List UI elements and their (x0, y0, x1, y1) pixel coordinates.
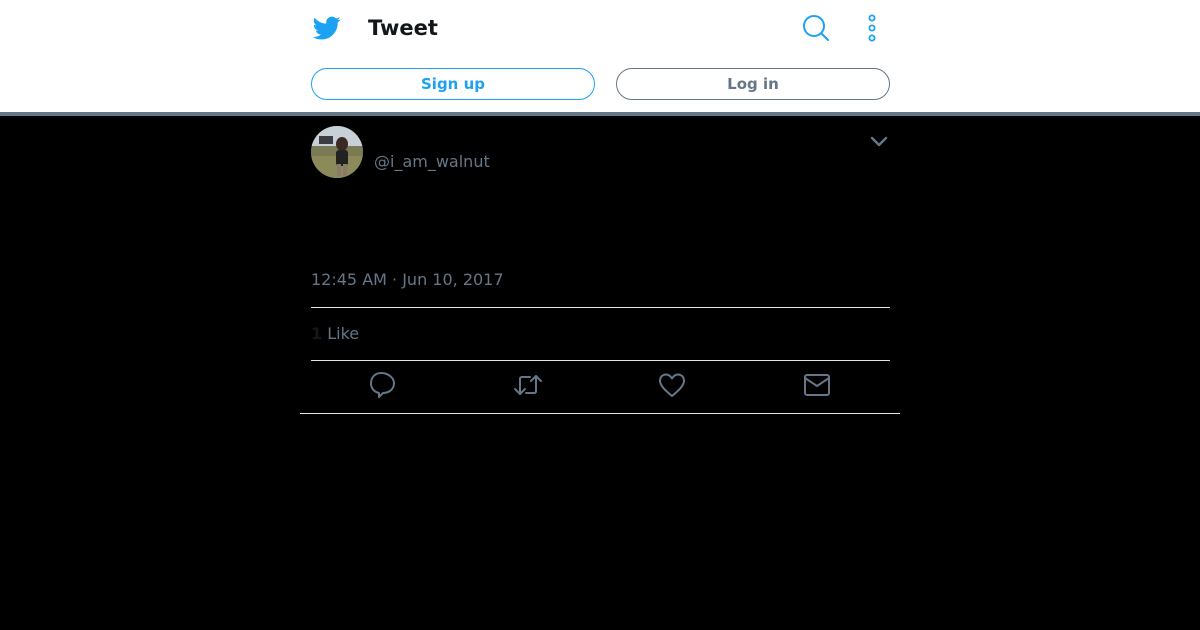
tweet: @i_am_walnut 12:45 AM · Jun 10, 2017 1 L… (300, 116, 900, 414)
like-stats[interactable]: 1 Like (311, 324, 359, 343)
tweet-timestamp[interactable]: 12:45 AM · Jun 10, 2017 (311, 270, 504, 289)
auth-buttons: Sign up Log in (311, 68, 890, 100)
like-count: 1 (311, 324, 323, 343)
tweet-actions (311, 370, 890, 404)
login-button[interactable]: Log in (616, 68, 890, 100)
divider (311, 307, 890, 308)
page-title: Tweet (368, 16, 438, 40)
envelope-icon (804, 374, 830, 396)
header: Tweet (300, 0, 900, 56)
like-button[interactable] (657, 370, 687, 400)
chevron-down-icon[interactable] (868, 130, 890, 152)
more-vertical-icon[interactable] (862, 14, 882, 42)
username[interactable]: @i_am_walnut (374, 152, 490, 171)
avatar[interactable] (311, 126, 363, 178)
twitter-bird-icon[interactable] (313, 14, 341, 42)
heart-icon (659, 373, 685, 397)
reply-button[interactable] (368, 370, 398, 400)
like-label: Like (327, 324, 360, 343)
top-bar: Tweet Sign up Log in (0, 0, 1200, 112)
retweet-icon (514, 375, 542, 395)
direct-message-button[interactable] (802, 370, 832, 400)
divider (311, 360, 890, 361)
retweet-button[interactable] (513, 370, 543, 400)
reply-icon (370, 372, 395, 398)
search-icon[interactable] (802, 14, 830, 42)
signup-button[interactable]: Sign up (311, 68, 595, 100)
